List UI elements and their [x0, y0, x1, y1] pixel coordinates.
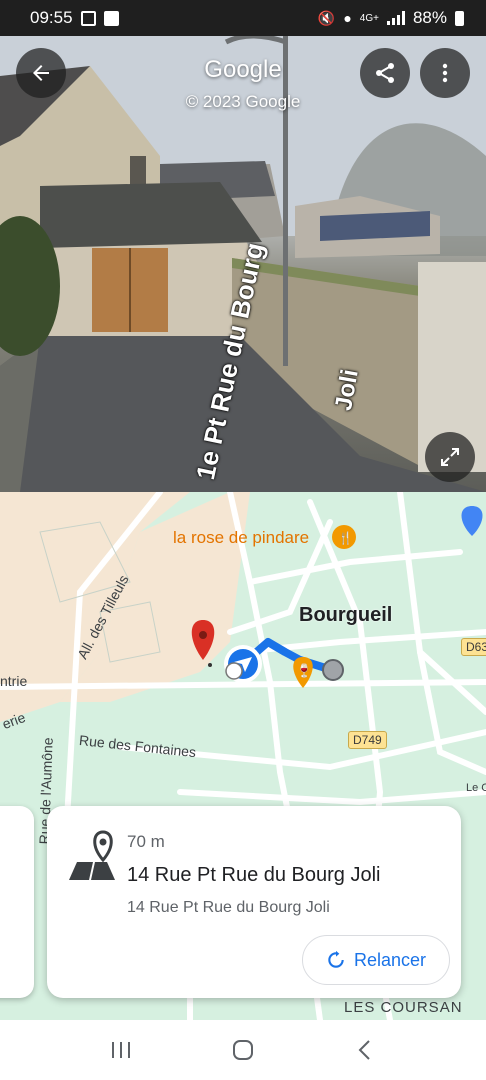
relancer-button[interactable]: Relancer: [302, 935, 450, 985]
screen: 09:55 🔇 ● 4G+ 88% Google © 2023 Google 1…: [0, 0, 486, 1080]
home-button[interactable]: [218, 1030, 268, 1070]
status-right: 🔇 ● 4G+ 88%: [318, 8, 464, 28]
more-options-button[interactable]: [420, 48, 470, 98]
battery-icon: [455, 10, 464, 26]
home-icon: [233, 1040, 253, 1060]
location-icon: ●: [343, 10, 352, 26]
status-left: 09:55: [30, 8, 119, 28]
expand-icon: [441, 448, 459, 466]
signal-icon: [386, 11, 405, 25]
place-subtitle: 14 Rue Pt Rue du Bourg Joli: [127, 899, 330, 916]
check-notification-icon: [103, 10, 119, 26]
expand-button[interactable]: [425, 432, 475, 482]
back-nav-button[interactable]: [340, 1030, 390, 1070]
shopping-pin-icon: [461, 506, 483, 536]
place-info-card[interactable]: 70 m 14 Rue Pt Rue du Bourg Joli 14 Rue …: [47, 806, 461, 998]
recent-apps-button[interactable]: [96, 1030, 146, 1070]
mute-icon: 🔇: [317, 9, 336, 26]
more-vert-icon: [442, 63, 448, 83]
status-bar: 09:55 🔇 ● 4G+ 88%: [0, 0, 486, 36]
share-icon: [376, 63, 394, 83]
refresh-icon: [328, 950, 344, 968]
svg-text:🍷: 🍷: [296, 663, 312, 679]
map-label-town: Bourgueil: [299, 604, 393, 626]
place-title: 14 Rue Pt Rue du Bourg Joli: [127, 864, 381, 886]
network-type: 4G+: [359, 12, 379, 24]
previous-place-card[interactable]: [0, 806, 34, 998]
status-time: 09:55: [30, 8, 73, 27]
recent-apps-icon: [112, 1042, 130, 1058]
map-label-restaurant: la rose de pindare: [173, 528, 310, 547]
place-distance: 70 m: [127, 832, 165, 851]
relancer-label: Relancer: [353, 949, 427, 970]
road-badge-d749: D749: [348, 731, 387, 749]
map-label-le-c: Le C: [466, 782, 486, 794]
gallery-notification-icon: [80, 10, 96, 26]
street-view-title: Google: [204, 56, 282, 83]
road-badge-d63: D63: [461, 638, 486, 656]
chevron-left-icon: [358, 1040, 370, 1060]
battery-level: 88%: [412, 8, 447, 27]
street-view-place-icon: [69, 830, 115, 880]
map-label-les-coursan: LES COURSAN: [344, 999, 463, 1016]
system-nav-bar: [0, 1020, 486, 1080]
street-view-panel[interactable]: Google © 2023 Google 1e Pt Rue du Bourg …: [0, 36, 486, 492]
route-end-icon: [322, 659, 344, 681]
svg-text:🍴: 🍴: [338, 531, 353, 545]
street-view-copyright: © 2023 Google: [185, 92, 301, 111]
share-button[interactable]: [360, 48, 410, 98]
map-label-entrie: ntrie: [0, 673, 28, 689]
